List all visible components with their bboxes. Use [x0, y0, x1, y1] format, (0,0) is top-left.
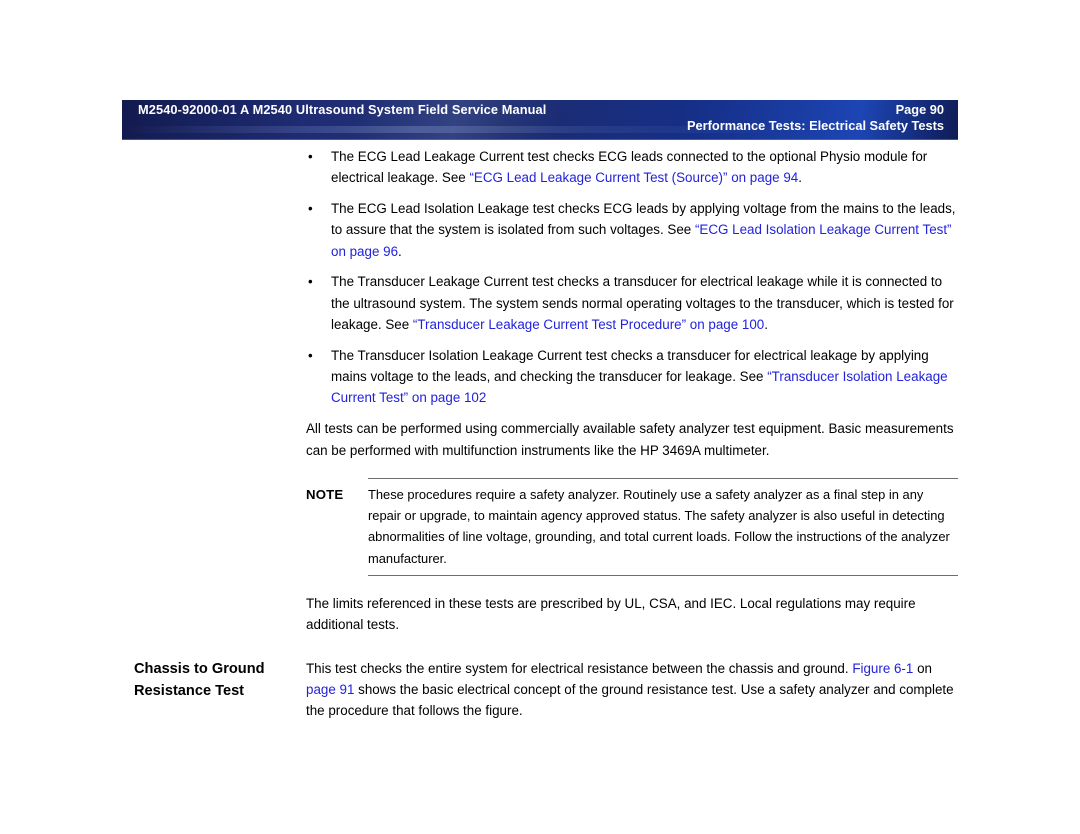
note-label: NOTE [306, 486, 344, 502]
cross-reference-link[interactable]: “Transducer Leakage Current Test Procedu… [413, 317, 764, 332]
paragraph-safety-analyzer-equipment: All tests can be performed using commerc… [306, 421, 954, 458]
figure-reference-link[interactable]: Figure 6-1 [852, 661, 913, 676]
list-item: • The Transducer Leakage Current test ch… [306, 271, 958, 335]
list-item: • The Transducer Isolation Leakage Curre… [306, 345, 958, 409]
list-item: • The ECG Lead Isolation Leakage test ch… [306, 198, 958, 262]
body-column: • The ECG Lead Leakage Current test chec… [134, 146, 958, 722]
paragraph-block: The limits referenced in these tests are… [306, 593, 958, 636]
test-overview-bullet-list: • The ECG Lead Leakage Current test chec… [306, 146, 958, 409]
note-bottom-rule [368, 575, 958, 577]
list-item-text: The Transducer Isolation Leakage Current… [331, 348, 948, 406]
section-chassis-to-ground-resistance-test: Chassis to Ground Resistance Test This t… [134, 658, 958, 722]
text-segment: on [913, 660, 932, 676]
list-item-text: The ECG Lead Leakage Current test checks… [331, 149, 927, 185]
note-callout: NOTE These procedures require a safety a… [306, 477, 958, 577]
text-segment: . [798, 170, 802, 186]
document-page: M2540-92000-01 A M2540 Ultrasound System… [0, 0, 1080, 834]
manual-title: M2540-92000-01 A M2540 Ultrasound System… [138, 102, 547, 117]
bullet-marker: • [308, 201, 313, 217]
cross-reference-link[interactable]: “ECG Lead Leakage Current Test (Source)”… [469, 170, 798, 185]
running-header-top-row: M2540-92000-01 A M2540 Ultrasound System… [122, 100, 958, 117]
page-reference-link[interactable]: page 91 [306, 682, 354, 697]
text-segment: . [764, 317, 768, 333]
list-item-text: The Transducer Leakage Current test chec… [331, 274, 954, 332]
page-number-label: Page 90 [895, 102, 944, 117]
list-item-text: The ECG Lead Isolation Leakage test chec… [331, 201, 956, 259]
bullet-marker: • [308, 274, 313, 290]
paragraph-block: All tests can be performed using commerc… [306, 418, 958, 461]
running-header-band: M2540-92000-01 A M2540 Ultrasound System… [122, 100, 958, 140]
note-body: NOTE These procedures require a safety a… [306, 479, 958, 575]
bullet-marker: • [308, 149, 313, 164]
list-item: • The ECG Lead Leakage Current test chec… [306, 146, 958, 189]
running-header-section-title: Performance Tests: Electrical Safety Tes… [687, 118, 944, 133]
text-segment: This test checks the entire system for e… [306, 660, 853, 676]
bullet-marker: • [308, 347, 313, 363]
section-heading: Chassis to Ground Resistance Test [134, 660, 265, 700]
text-segment: . [398, 243, 402, 259]
section-body-text: This test checks the entire system for e… [306, 658, 958, 722]
text-segment: shows the basic electrical concept of th… [306, 681, 954, 719]
note-text: These procedures require a safety analyz… [368, 486, 950, 566]
paragraph-limits-standards: The limits referenced in these tests are… [306, 596, 916, 633]
